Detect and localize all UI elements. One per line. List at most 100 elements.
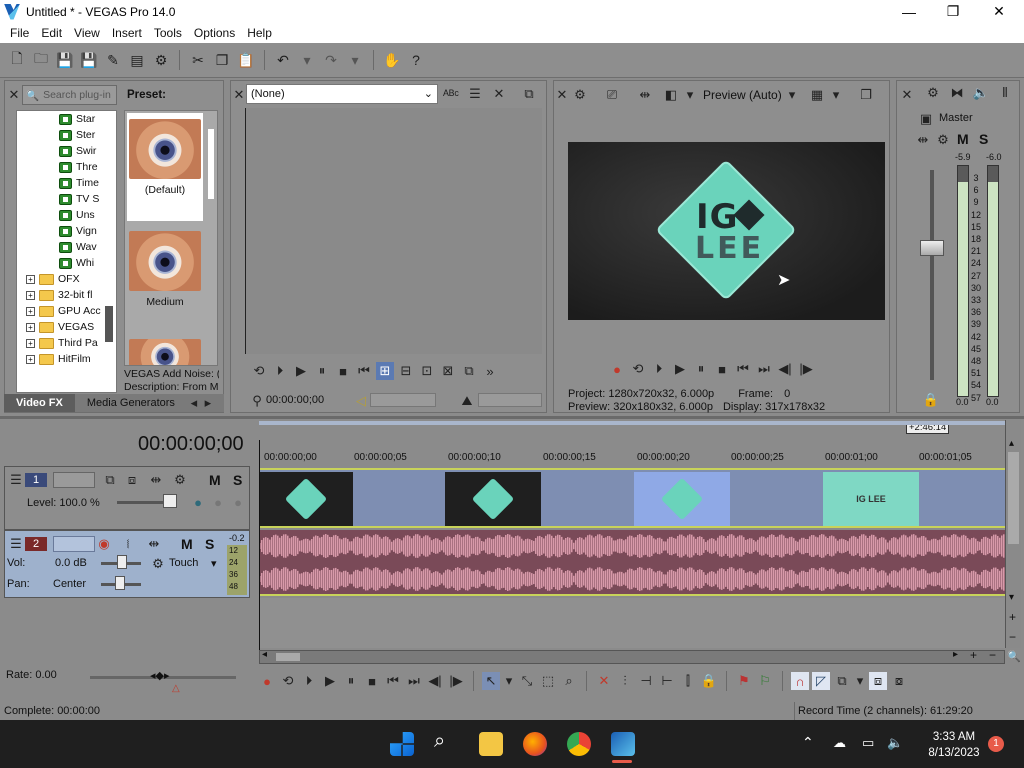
tab-video-fx[interactable]: Video FX [4, 394, 75, 412]
menu-view[interactable]: View [68, 23, 106, 43]
in-point-icon[interactable]: ◁ [352, 392, 370, 410]
timeline-horizontal-scrollbar[interactable]: ◂ ▸ + − [259, 648, 1005, 664]
fill-icon[interactable]: ⊠ [439, 362, 457, 380]
video-clip[interactable]: IG LEE [823, 472, 919, 526]
track-header-audio[interactable]: ☰ 2 ◉ ⧙ ⇹ M S -0.2 Vol: 0.0 dB ⚙ Touch ▾… [4, 530, 250, 598]
envelope-edit-tool-icon[interactable]: ⤡ [518, 672, 536, 690]
loop-icon[interactable]: ⟲ [250, 362, 268, 380]
save-as-icon[interactable]: 💾 [78, 49, 100, 71]
timeline-empty-area[interactable] [259, 598, 1005, 648]
maximize-button[interactable]: ❐ [930, 0, 976, 23]
insert-region-icon[interactable]: ⚐ [756, 672, 774, 690]
redo-dropdown-icon[interactable]: ▾ [344, 49, 366, 71]
next-frame-icon[interactable]: |▶ [447, 672, 465, 690]
file-explorer-icon[interactable] [479, 732, 503, 756]
tree-item-plugin[interactable]: Wav [17, 239, 116, 255]
tree-item-plugin[interactable]: Thre [17, 159, 116, 175]
delete-x-icon[interactable]: ✕ [490, 85, 508, 103]
trimmer-window-icon[interactable]: ⧉ [520, 85, 538, 103]
mixer-close-icon[interactable]: ✕ [898, 86, 916, 104]
menu-help[interactable]: Help [241, 23, 278, 43]
settings-gear-icon[interactable]: ⚙ [150, 49, 172, 71]
master-fader-track[interactable] [930, 170, 934, 380]
split-icon[interactable]: ⫿ [679, 672, 697, 690]
timeline-vertical-scrollbar[interactable]: ▴ ▾ + − [1005, 420, 1021, 648]
auto-crossfade-icon[interactable]: ◸ [812, 672, 830, 690]
in-point-field[interactable] [370, 393, 436, 407]
create-subclip-icon[interactable]: ⧉ [460, 362, 478, 380]
new-file-icon[interactable]: 🗋 [6, 49, 28, 71]
preview-properties-gear-icon[interactable]: ⚙ [571, 86, 589, 104]
menu-file[interactable]: File [4, 23, 35, 43]
tree-item-plugin[interactable]: Whi [17, 255, 116, 271]
zoom-out-icon[interactable]: − [1009, 630, 1016, 644]
volume-slider-handle[interactable] [117, 555, 127, 569]
undo-dropdown-icon[interactable]: ▾ [296, 49, 318, 71]
more-chevron-icon[interactable]: » [481, 362, 499, 380]
mute-button[interactable]: M [957, 131, 969, 147]
solo-button[interactable]: S [233, 472, 242, 488]
insert-marker-icon[interactable]: ⚑ [735, 672, 753, 690]
scroll-thumb[interactable] [276, 653, 300, 661]
search-icon[interactable]: ⌕ [434, 730, 445, 753]
ripple-edit-icon[interactable]: ⧉ [833, 672, 851, 690]
pause-icon[interactable]: ⏸ [342, 672, 360, 690]
master-fader-handle[interactable] [920, 240, 944, 256]
menu-options[interactable]: Options [188, 23, 241, 43]
preset-default[interactable]: (Default) [127, 113, 203, 221]
whats-this-help-icon[interactable]: ? [405, 49, 427, 71]
chevron-up-icon[interactable]: ⌃ [802, 734, 814, 751]
chevron-down-icon[interactable]: ▾ [684, 86, 696, 104]
play-icon[interactable]: ▶ [321, 672, 339, 690]
playhead-cursor[interactable] [259, 440, 260, 650]
preview-close-icon[interactable]: ✕ [553, 86, 571, 104]
compositing-mode-icon[interactable]: ⧉ [101, 471, 119, 489]
stop-icon[interactable]: ■ [334, 362, 352, 380]
track-expand-icon[interactable]: ☰ [7, 535, 25, 553]
chevron-down-icon[interactable]: ▾ [830, 86, 842, 104]
video-track-lane[interactable]: IG LEE [259, 468, 1005, 528]
expand-plus-icon[interactable]: + [26, 306, 35, 316]
tree-item-plugin[interactable]: Time [17, 175, 116, 191]
display-icon[interactable]: ▭ [862, 735, 874, 751]
loop-icon[interactable]: ⟲ [629, 360, 647, 378]
pan-slider-handle[interactable] [115, 576, 125, 590]
track-expand-icon[interactable]: ☰ [7, 471, 25, 489]
composite-child-icon[interactable]: ⇹ [147, 471, 165, 489]
video-clip-gap[interactable] [919, 472, 1005, 526]
preview-quality-dropdown[interactable]: Preview (Auto) [703, 88, 782, 102]
chrome-icon[interactable] [567, 732, 591, 756]
color-balls-icon[interactable]: ● [189, 493, 207, 511]
video-clip-gap[interactable] [353, 472, 445, 526]
lock-icon[interactable]: 🔒 [700, 672, 718, 690]
lock-envelopes-icon[interactable]: ⧈ [869, 672, 887, 690]
expand-plus-icon[interactable]: + [26, 322, 35, 332]
pause-icon[interactable]: ⏸ [313, 362, 331, 380]
zoom-edit-tool-icon[interactable]: ⌕ [560, 672, 578, 690]
text-tool-icon[interactable]: ᴬᴮᶜ [442, 85, 460, 103]
expand-plus-icon[interactable]: + [26, 274, 35, 284]
tree-item-plugin[interactable]: Vign [17, 223, 116, 239]
chevron-down-icon[interactable]: ▾ [503, 672, 515, 690]
invert-phase-icon[interactable]: ⧙ [119, 535, 137, 553]
menu-insert[interactable]: Insert [106, 23, 148, 43]
audio-track-lane[interactable] [259, 530, 1005, 596]
enable-snapping-hand-icon[interactable]: ✋ [381, 49, 403, 71]
scroll-right-icon[interactable]: ▸ [953, 649, 958, 660]
tree-item-folder[interactable]: +32-bit fl [17, 287, 116, 303]
zoom-in-icon[interactable]: + [1009, 610, 1016, 624]
tree-item-folder[interactable]: + VEGAS [17, 319, 116, 335]
track-header-video[interactable]: ☰ 1 ⧉ ⧈ ⇹ ⚙ M S Level: 100.0 % ● ● ● [4, 466, 250, 530]
play-from-start-icon[interactable]: ⏵ [300, 672, 318, 690]
selection-edit-tool-icon[interactable]: ⬚ [539, 672, 557, 690]
properties-icon[interactable]: ▤ [126, 49, 148, 71]
overlays-grid-icon[interactable]: ▦ [808, 86, 826, 104]
timeline-ruler[interactable]: 00:00:00;00 00:00:00;05 00:00:00;10 00:0… [259, 448, 1005, 466]
expand-plus-icon[interactable]: + [26, 338, 35, 348]
trim-icon[interactable]: ⫶ [616, 672, 634, 690]
zoom-in-icon[interactable]: + [970, 648, 977, 662]
arm-record-icon[interactable]: ◉ [95, 535, 113, 553]
stop-icon[interactable]: ■ [363, 672, 381, 690]
delete-icon[interactable]: ✕ [595, 672, 613, 690]
tree-item-plugin[interactable]: Ster [17, 127, 116, 143]
